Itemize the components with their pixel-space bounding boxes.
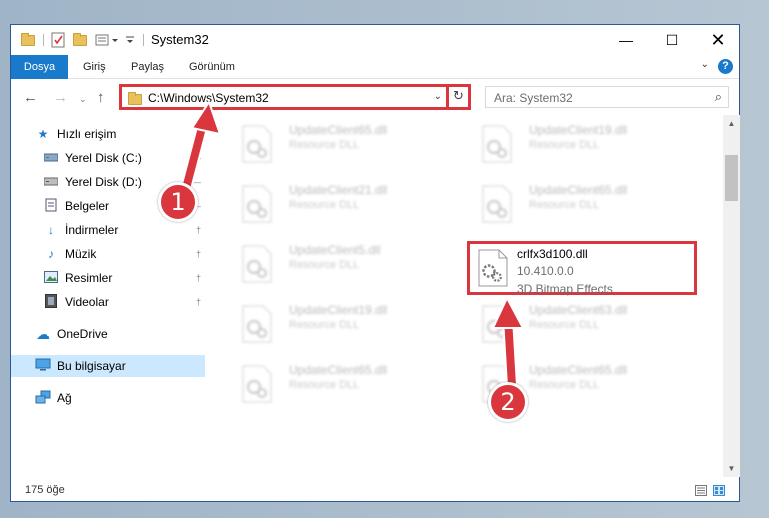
file-tile[interactable]: UpdateClient65.dll Resource DLL xyxy=(231,117,461,171)
file-tile[interactable]: UpdateClient63.dll Resource DLL xyxy=(471,297,701,351)
nav-item-pictures[interactable]: Resimler † xyxy=(43,267,205,289)
separator xyxy=(43,34,44,46)
pin-icon[interactable]: † xyxy=(196,249,201,259)
pin-icon[interactable]: † xyxy=(196,225,201,235)
expand-ribbon-icon[interactable]: ⌄ xyxy=(701,59,709,70)
file-tile[interactable]: UpdateClient5.dll Resource DLL xyxy=(231,237,461,291)
scroll-up-icon[interactable]: ▲ xyxy=(723,115,740,132)
step-badge-2: 2 xyxy=(488,382,528,422)
file-list: UpdateClient65.dll Resource DLL UpdateCl… xyxy=(221,115,721,477)
file-name: crlfx3d100.dll xyxy=(517,247,588,261)
new-folder-icon[interactable] xyxy=(73,32,87,48)
pin-icon[interactable]: † xyxy=(196,297,201,307)
nav-item-this-pc[interactable]: Bu bilgisayar xyxy=(11,355,205,377)
search-box[interactable]: Ara: System32 ⌕ xyxy=(485,86,729,108)
title-bar: System32 — ☐ ✕ xyxy=(11,25,739,55)
network-icon xyxy=(35,390,51,407)
dll-file-icon xyxy=(242,305,272,343)
file-description: 3D Bitmap Effects xyxy=(517,282,613,296)
properties-icon[interactable] xyxy=(51,32,65,48)
file-version: 10.410.0.0 xyxy=(517,264,574,278)
chevron-down-icon[interactable]: ⌄ xyxy=(434,91,442,102)
star-icon: ★ xyxy=(37,127,49,141)
pin-icon[interactable]: † xyxy=(196,273,201,283)
scroll-thumb[interactable] xyxy=(725,155,738,201)
help-icon[interactable]: ? xyxy=(718,59,733,74)
file-tile[interactable]: UpdateClient19.dll Resource DLL xyxy=(231,297,461,351)
tab-view[interactable]: Görünüm xyxy=(177,55,247,79)
pin-icon[interactable]: — xyxy=(192,177,201,187)
download-icon: ↓ xyxy=(48,223,54,237)
drive-icon xyxy=(43,151,59,165)
nav-item-onedrive[interactable]: ☁ OneDrive xyxy=(35,323,205,345)
item-count: 175 öğe xyxy=(25,484,65,496)
search-input[interactable]: Ara: System32 xyxy=(494,91,573,105)
quick-access-dropdown-icon[interactable] xyxy=(125,32,135,48)
address-path[interactable]: C:\Windows\System32 xyxy=(148,91,269,105)
dll-file-icon xyxy=(242,245,272,283)
navigation-pane: ★ Hızlı erişim Yerel Disk (C:) — Yerel D… xyxy=(11,121,205,477)
large-icons-view-icon[interactable] xyxy=(713,485,725,496)
nav-item-music[interactable]: ♪ Müzik † xyxy=(43,243,205,265)
dll-file-icon xyxy=(242,185,272,223)
nav-item-videos[interactable]: Videolar † xyxy=(43,291,205,313)
video-icon xyxy=(43,293,59,311)
document-icon xyxy=(43,198,59,215)
computer-icon xyxy=(35,358,51,374)
step-badge-1: 1 xyxy=(158,182,198,222)
tab-home[interactable]: Giriş xyxy=(71,55,118,79)
forward-arrow-icon[interactable]: → xyxy=(53,89,68,106)
pin-icon[interactable]: — xyxy=(192,153,201,163)
nav-item-local-disk-c[interactable]: Yerel Disk (C:) — xyxy=(43,147,205,169)
maximize-button[interactable]: ☐ xyxy=(649,25,695,55)
pictures-icon xyxy=(43,270,59,286)
dll-file-icon xyxy=(482,125,512,163)
back-arrow-icon[interactable]: ← xyxy=(23,89,38,106)
file-tile[interactable]: UpdateClient65.dll Resource DLL xyxy=(471,177,701,231)
address-bar[interactable]: C:\Windows\System32 ⌄ ↻ xyxy=(119,84,471,110)
nav-item-downloads[interactable]: ↓ İndirmeler † xyxy=(43,219,205,241)
file-tile-crlfx3d100[interactable]: crlfx3d100.dll 10.410.0.0 3D Bitmap Effe… xyxy=(467,241,697,296)
dll-file-icon xyxy=(242,125,272,163)
customize-icon[interactable] xyxy=(95,32,121,48)
file-tile[interactable]: UpdateClient21.dll Resource DLL xyxy=(231,177,461,231)
music-icon: ♪ xyxy=(48,247,54,261)
dll-file-icon xyxy=(482,185,512,223)
tab-share[interactable]: Paylaş xyxy=(119,55,176,79)
folder-icon xyxy=(21,32,35,48)
file-tile[interactable]: UpdateClient19.dll Resource DLL xyxy=(471,117,701,171)
drive-icon xyxy=(43,175,59,189)
cloud-icon: ☁ xyxy=(36,325,50,342)
dll-file-icon xyxy=(478,249,508,287)
window-title: System32 xyxy=(151,32,209,47)
up-arrow-icon[interactable]: ↑ xyxy=(97,89,105,106)
dll-file-icon xyxy=(242,365,272,403)
ribbon: Dosya Giriş Paylaş Görünüm ⌄ ? xyxy=(11,55,739,79)
details-view-icon[interactable] xyxy=(695,485,707,496)
nav-item-network[interactable]: Ağ xyxy=(35,387,205,409)
file-tile[interactable]: UpdateClient65.dll Resource DLL xyxy=(231,357,461,411)
status-bar: 175 öğe xyxy=(11,481,739,501)
folder-icon xyxy=(128,92,142,105)
minimize-button[interactable]: — xyxy=(603,25,649,55)
close-button[interactable]: ✕ xyxy=(695,25,741,55)
tab-file[interactable]: Dosya xyxy=(11,55,68,79)
refresh-icon[interactable]: ↻ xyxy=(446,84,468,110)
search-icon[interactable]: ⌕ xyxy=(715,89,722,105)
vertical-scrollbar[interactable]: ▲ ▼ xyxy=(723,115,740,477)
recent-dropdown-icon[interactable]: ⌄ xyxy=(79,94,87,105)
dll-file-icon xyxy=(482,305,512,343)
explorer-window: System32 — ☐ ✕ Dosya Giriş Paylaş Görünü… xyxy=(10,24,740,502)
nav-item-quick-access[interactable]: ★ Hızlı erişim xyxy=(35,123,229,145)
separator xyxy=(143,34,144,46)
scroll-down-icon[interactable]: ▼ xyxy=(723,460,740,477)
